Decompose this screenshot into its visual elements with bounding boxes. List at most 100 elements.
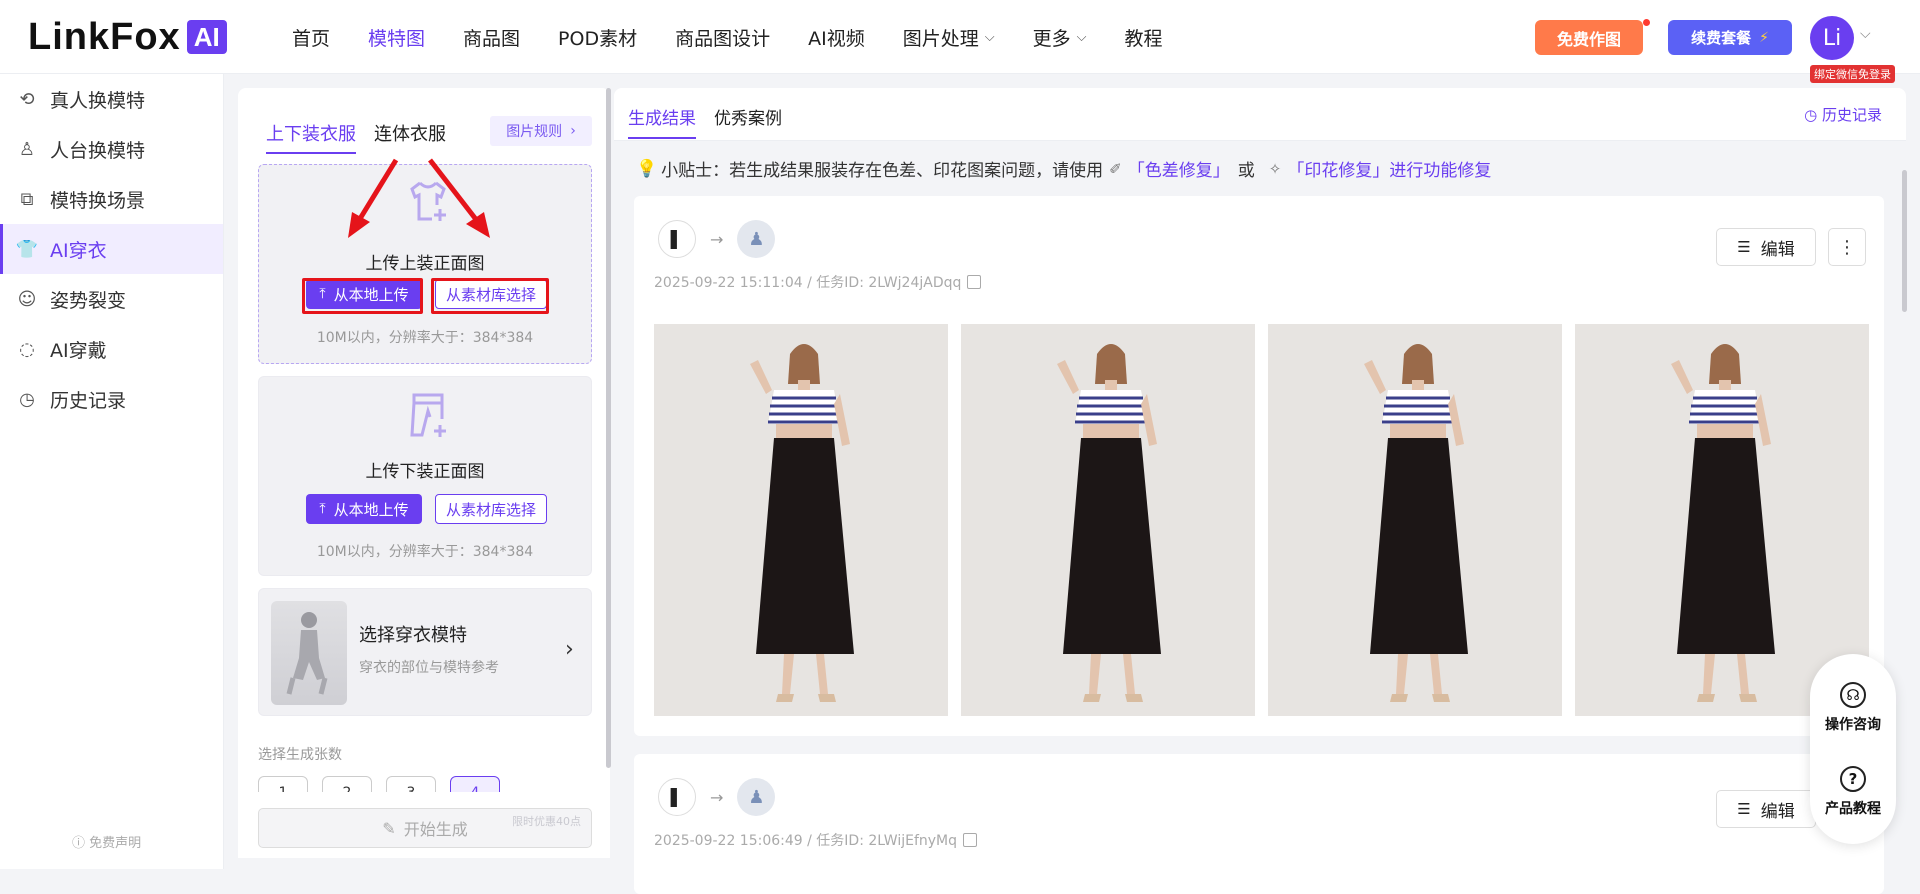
chevron-down-icon: ⌵	[984, 29, 995, 45]
logo-badge: AI	[186, 20, 227, 54]
nav-item-home[interactable]: 首页	[292, 24, 330, 51]
copy-icon[interactable]	[967, 275, 982, 289]
highlight-box-library	[431, 278, 549, 314]
nav-item-pod[interactable]: POD素材	[558, 24, 637, 51]
model-thumbnail-small[interactable]: ♟	[737, 778, 776, 816]
promo-badge: 限时优惠40点	[512, 815, 581, 828]
results-scrollbar[interactable]	[1902, 170, 1907, 312]
logo[interactable]: LinkFox AI	[28, 16, 227, 58]
edit-label: 编辑	[1760, 239, 1795, 260]
left-panel-scrollbar[interactable]	[606, 88, 611, 768]
nav-item-model[interactable]: 模特图	[368, 24, 425, 51]
nav-item-more[interactable]: 更多 ⌵	[1033, 24, 1087, 51]
tab-top-bottom[interactable]: 上下装衣服	[266, 120, 356, 154]
nav-item-product[interactable]: 商品图	[463, 24, 520, 51]
result-image[interactable]	[654, 324, 948, 716]
bottom-library-button[interactable]: 从素材库选择	[435, 494, 547, 524]
nav-label: 模特图	[368, 27, 426, 50]
model-figure	[961, 324, 1255, 716]
sidebar-item-mannequin[interactable]: ♙ 人台换模特	[0, 124, 223, 174]
bottom-local-upload-button[interactable]: ⤒ 从本地上传	[306, 494, 422, 524]
print-fix-link[interactable]: 「印花修复」进行功能修复	[1287, 156, 1491, 181]
garment-thumb: ▌	[670, 229, 684, 249]
disclaimer-link[interactable]: ⓘ 免费声明	[72, 832, 141, 851]
renew-plan-button[interactable]: 续费套餐 ⚡	[1668, 20, 1792, 55]
model-select-card[interactable]: 选择穿衣模特 穿衣的部位与模特参考 ›	[258, 588, 592, 716]
sidebar-item-person-swap[interactable]: ⟲ 真人换模特	[0, 74, 223, 124]
nav-item-design[interactable]: 商品图设计	[675, 24, 770, 51]
image-rules-button[interactable]: 图片规则 ›	[490, 116, 592, 146]
nav-item-image-process[interactable]: 图片处理 ⌵	[903, 24, 995, 51]
model-thumb-figure: ♟	[748, 228, 765, 250]
consult-button[interactable]: ☊ 操作咨询	[1810, 682, 1896, 734]
tab-results[interactable]: 生成结果	[628, 104, 696, 139]
sidebar-item-label: 模特换场景	[50, 189, 146, 212]
nav-label: AI视频	[808, 27, 865, 50]
garment-tabs: 上下装衣服 连体衣服	[266, 120, 464, 154]
more-options-button[interactable]: ⋮	[1828, 228, 1866, 266]
nav-item-video[interactable]: AI视频	[808, 24, 865, 51]
nav-label: 更多	[1032, 27, 1071, 50]
input-thumbnail[interactable]: ▌	[658, 778, 696, 816]
shirt-icon: 👕	[15, 238, 39, 260]
mannequin-icon: ♙	[18, 138, 36, 160]
question-icon: ?	[1840, 766, 1866, 792]
top-upload-card[interactable]: 上传上装正面图 ⤒ 从本地上传 从素材库选择 10M以内，分辨率大于：384*38…	[258, 164, 592, 364]
sidebar-item-label: 历史记录	[50, 389, 127, 412]
tutorial-button[interactable]: ? 产品教程	[1810, 766, 1896, 818]
chevron-right-icon: ›	[570, 123, 576, 139]
input-thumbnail[interactable]: ▌	[658, 220, 696, 258]
model-figure	[654, 324, 948, 716]
upload-panel: 上下装衣服 连体衣服 图片规则 › 上传上装正面图 ⤒ 从本地上传 从素材库选择 1…	[238, 88, 610, 858]
task-meta: 2025-09-22 15:11:04 / 任务ID: 2LWj24jADqq	[654, 272, 982, 292]
task-inputs: ▌ → ♟	[658, 220, 776, 258]
sidebar-item-scene-swap[interactable]: ⧉ 模特换场景	[0, 174, 223, 224]
color-fix-link[interactable]: 「色差修复」	[1128, 156, 1230, 181]
renew-label: 续费套餐	[1691, 29, 1752, 47]
main-nav: 首页 模特图 商品图 POD素材 商品图设计 AI视频 图片处理 ⌵ 更多 ⌵ 教程	[292, 0, 1200, 74]
magic-wand-icon: ✎	[382, 818, 396, 838]
consult-label: 操作咨询	[1825, 717, 1881, 733]
wechat-bind-badge[interactable]: 绑定微信免登录	[1810, 65, 1895, 83]
chevron-right-icon[interactable]: ›	[565, 637, 574, 662]
sidebar-item-history[interactable]: ◷ 历史记录	[0, 374, 223, 424]
nav-label: 教程	[1124, 27, 1163, 50]
nav-label: POD素材	[558, 27, 638, 50]
copy-icon[interactable]	[963, 833, 978, 847]
model-figure	[1268, 324, 1562, 716]
nav-label: 商品图	[463, 27, 521, 50]
sidebar-item-pose[interactable]: ☺ 姿势裂变	[0, 274, 223, 324]
nav-item-tutorial[interactable]: 教程	[1124, 24, 1162, 51]
result-tabs: 生成结果 优秀案例	[628, 104, 800, 139]
bottom-upload-note: 10M以内，分辨率大于：384*384	[316, 544, 534, 560]
history-link[interactable]: ◷ 历史记录	[1804, 104, 1882, 125]
model-figure	[1575, 324, 1869, 716]
avatar[interactable]: Li	[1810, 16, 1854, 60]
result-image[interactable]	[1268, 324, 1562, 716]
edit-button[interactable]: ☰ 编辑	[1716, 228, 1816, 266]
info-icon: ⓘ	[72, 836, 90, 851]
sidebar-item-ai-dress[interactable]: 👕 AI穿衣	[0, 224, 223, 274]
tab-showcase[interactable]: 优秀案例	[714, 104, 782, 139]
edit-button[interactable]: ☰ 编辑	[1716, 790, 1816, 828]
history-icon: ◷	[19, 388, 35, 410]
generate-button[interactable]: ✎ 开始生成 限时优惠40点	[258, 808, 592, 848]
task-meta-text: 2025-09-22 15:06:49 / 任务ID: 2LWijEfnyMq	[654, 833, 958, 849]
result-image[interactable]	[961, 324, 1255, 716]
tab-onepiece[interactable]: 连体衣服	[374, 120, 446, 154]
generate-label: 开始生成	[403, 820, 468, 839]
help-float-bar: ☊ 操作咨询 ? 产品教程	[1810, 654, 1896, 844]
task-meta: 2025-09-22 15:06:49 / 任务ID: 2LWijEfnyMq	[654, 830, 978, 850]
person-swap-icon: ⟲	[19, 88, 35, 110]
bottom-upload-card[interactable]: 上传下装正面图 ⤒ 从本地上传 从素材库选择 10M以内，分辨率大于：384*38…	[258, 376, 592, 576]
chevron-down-icon[interactable]: ⌵	[1860, 26, 1871, 42]
arrow-right-icon: →	[710, 787, 724, 807]
task-card: ▌ → ♟ 2025-09-22 15:06:49 / 任务ID: 2LWijE…	[634, 754, 1884, 894]
sidebar-item-label: 真人换模特	[50, 89, 146, 112]
sidebar-item-ai-wear[interactable]: ◌ AI穿戴	[0, 324, 223, 374]
model-thumbnail-small[interactable]: ♟	[737, 220, 776, 258]
tip-banner: 💡 小贴士：若生成结果服装存在色差、印花图案问题，请使用 ✐ 「色差修复」 或 …	[636, 156, 1491, 182]
free-draw-button[interactable]: 免费作图	[1535, 20, 1643, 55]
clock-icon: ◷	[1804, 106, 1822, 124]
result-image[interactable]	[1575, 324, 1869, 716]
